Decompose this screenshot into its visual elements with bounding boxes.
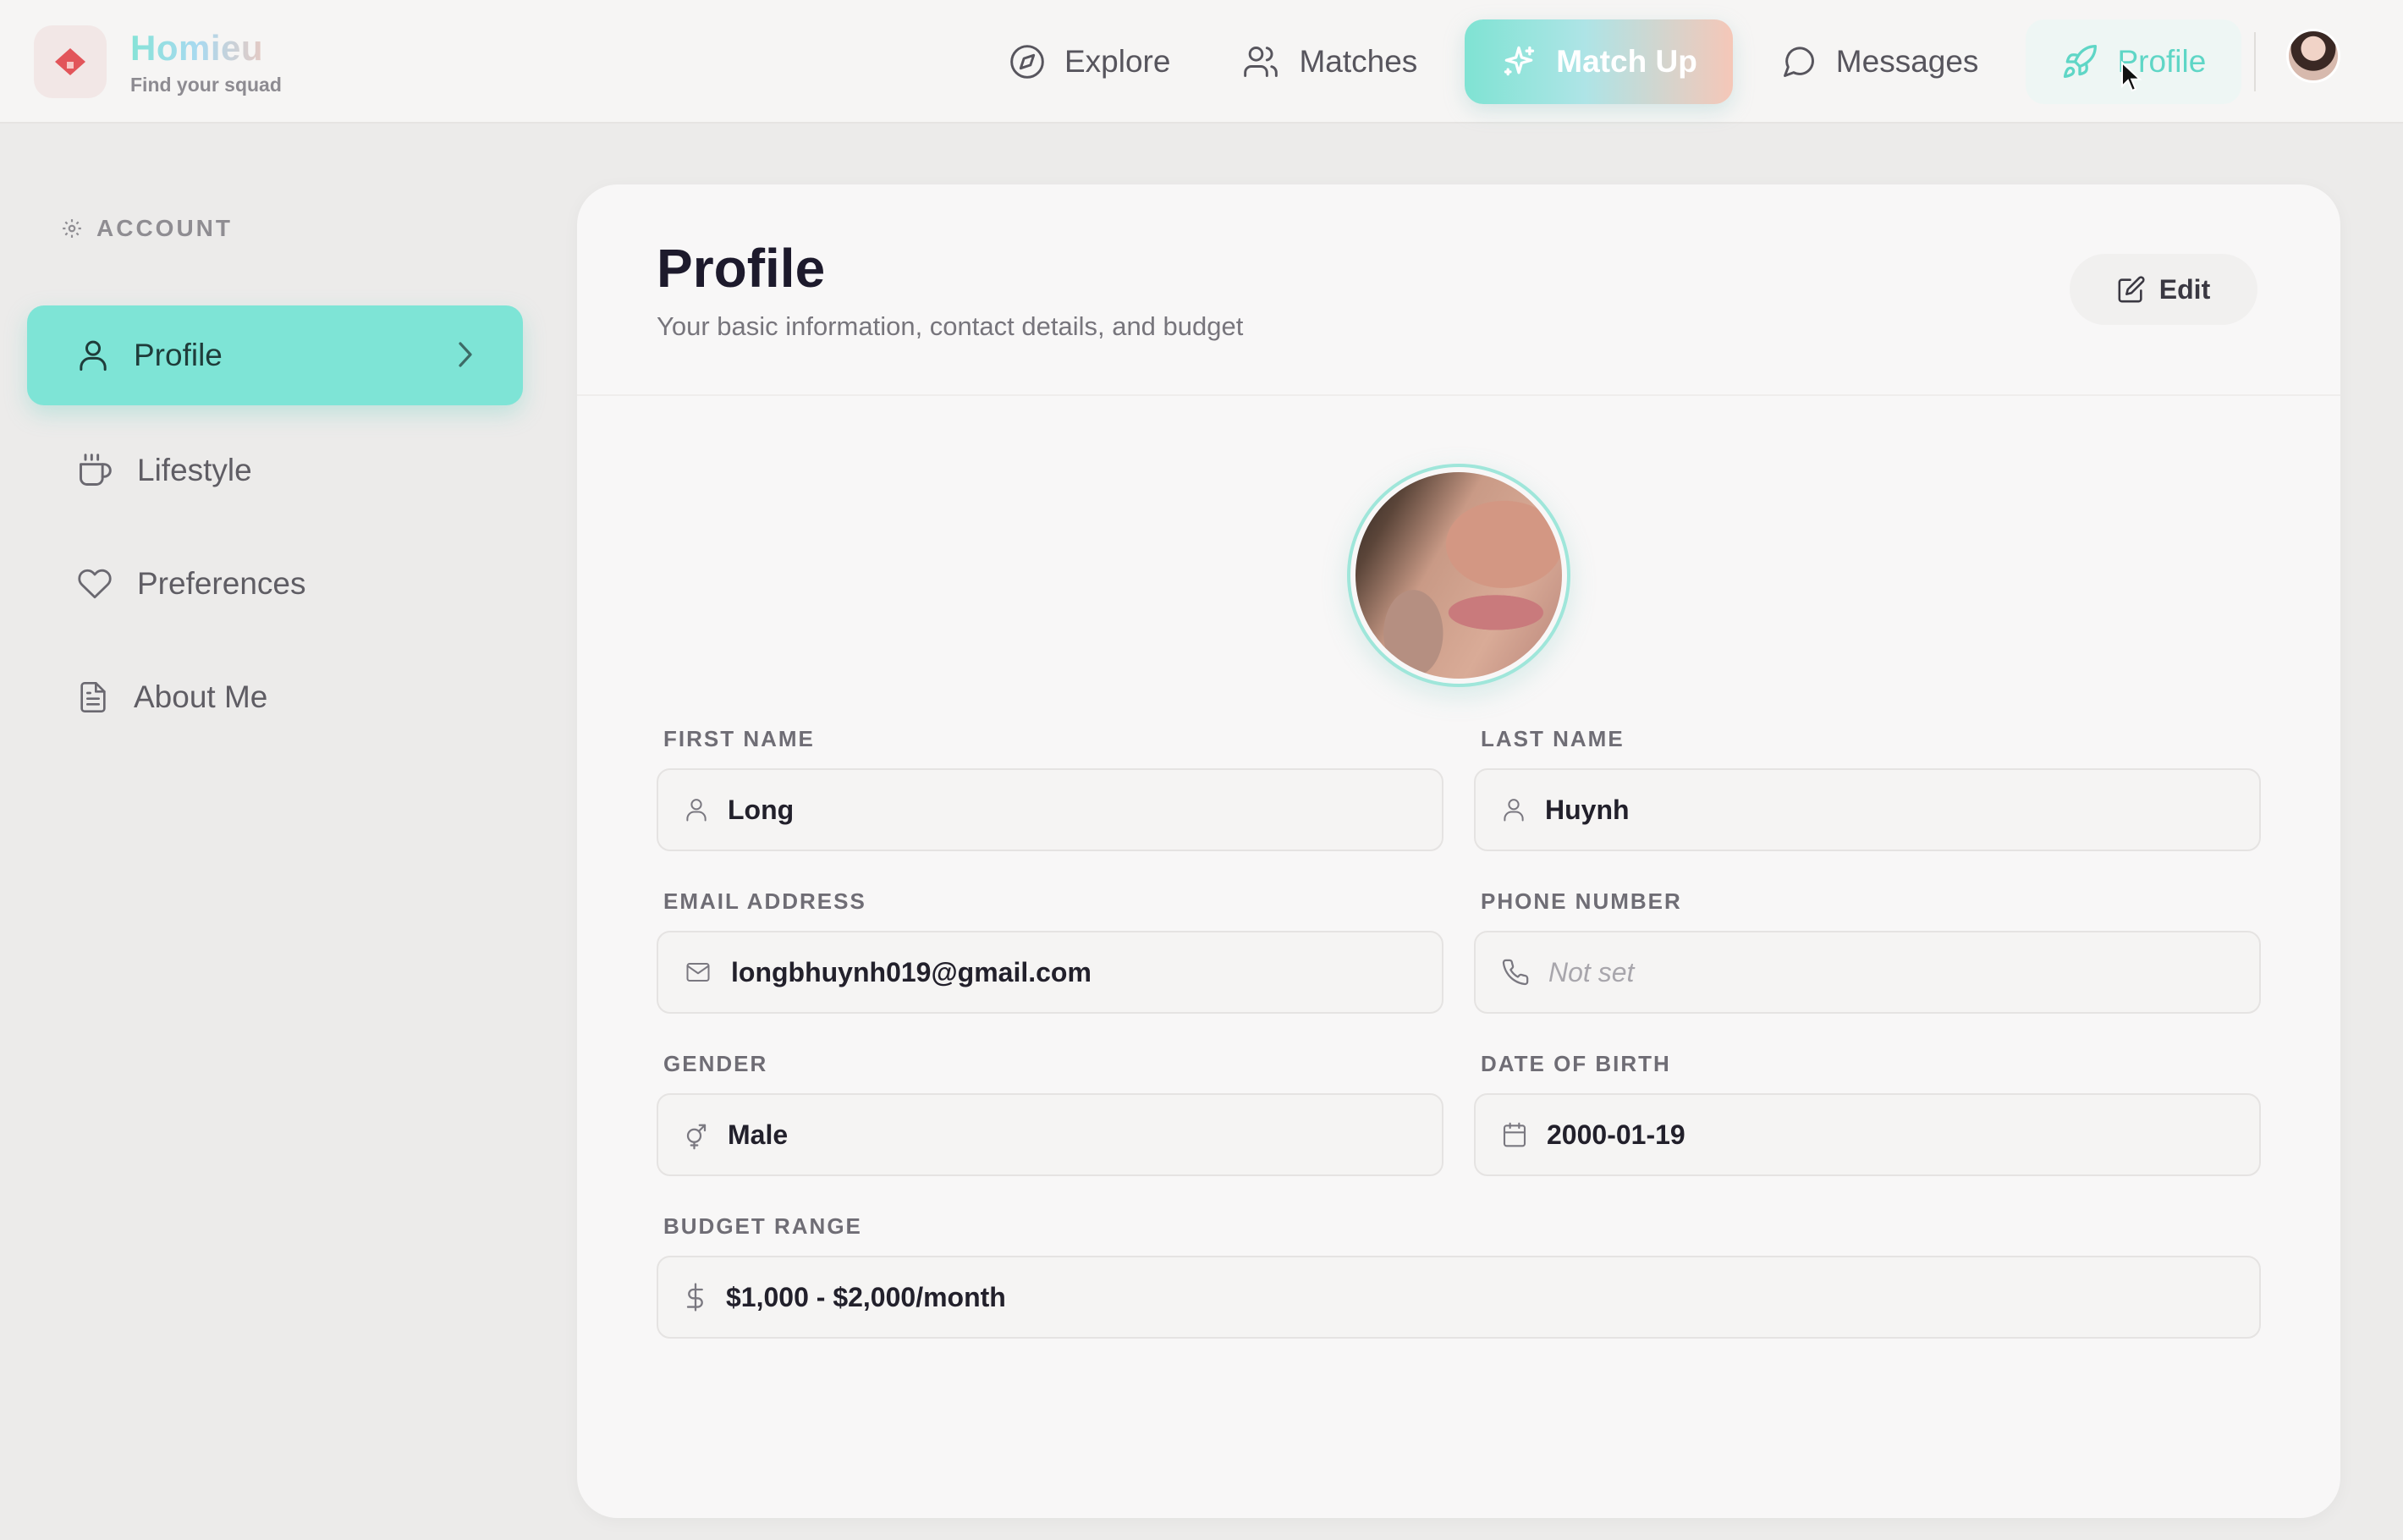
- sidebar-item-label: About Me: [134, 679, 268, 714]
- heart-icon: [78, 569, 112, 599]
- sidebar-item-profile[interactable]: Profile: [27, 305, 523, 405]
- first-name-label: FIRST NAME: [663, 726, 815, 751]
- nav-messages[interactable]: Messages: [1745, 19, 2015, 104]
- sidebar-item-label: Lifestyle: [137, 453, 252, 487]
- user-avatar[interactable]: [2286, 29, 2340, 83]
- edit-button[interactable]: Edit: [2070, 254, 2257, 325]
- edit-icon: [2118, 276, 2145, 303]
- nav-explore[interactable]: Explore: [973, 19, 1206, 104]
- compass-icon: [1010, 45, 1044, 79]
- sidebar-item-lifestyle[interactable]: Lifestyle: [27, 421, 523, 520]
- dob-input[interactable]: [1547, 1119, 2153, 1151]
- dob-field[interactable]: [1474, 1093, 2261, 1176]
- document-icon: [80, 682, 106, 712]
- budget-field[interactable]: [657, 1256, 2261, 1339]
- mail-icon: [686, 963, 710, 982]
- message-bubble-icon: [1783, 47, 1814, 77]
- first-name-field[interactable]: [657, 768, 1443, 851]
- first-name-input[interactable]: [728, 794, 1334, 826]
- brand-tagline: Find your squad: [130, 73, 282, 96]
- user-icon: [1504, 799, 1524, 822]
- coffee-cup-icon: [80, 454, 112, 486]
- nav-explore-label: Explore: [1064, 44, 1171, 79]
- dollar-icon: [686, 1283, 703, 1312]
- profile-card: Profile Your basic information, contact …: [577, 184, 2340, 1518]
- nav-matches-label: Matches: [1299, 44, 1418, 79]
- nav-divider: [2254, 32, 2256, 91]
- phone-icon: [1502, 959, 1529, 986]
- gender-input[interactable]: [728, 1119, 1334, 1151]
- brand-logo-icon: [34, 25, 107, 98]
- budget-input[interactable]: [726, 1281, 1987, 1313]
- gender-label: GENDER: [663, 1051, 768, 1076]
- rocket-icon: [2064, 45, 2098, 79]
- gear-icon: [63, 219, 81, 238]
- phone-input[interactable]: [1548, 956, 2155, 988]
- users-icon: [1244, 47, 1278, 77]
- email-input[interactable]: [731, 956, 1338, 988]
- nav-match-up-label: Match Up: [1556, 44, 1697, 79]
- nav-messages-label: Messages: [1835, 44, 1979, 79]
- sidebar-item-label: Preferences: [137, 566, 306, 601]
- email-label: EMAIL ADDRESS: [663, 888, 866, 914]
- phone-field[interactable]: [1474, 931, 2261, 1014]
- top-navigation-bar: Homieu Find your squad Explore Matches M…: [0, 0, 2403, 124]
- budget-label: BUDGET RANGE: [663, 1213, 862, 1239]
- calendar-icon: [1503, 1122, 1526, 1147]
- last-name-input[interactable]: [1545, 794, 2152, 826]
- profile-photo-image: [1355, 472, 1562, 679]
- sidebar-item-preferences[interactable]: Preferences: [27, 534, 523, 634]
- last-name-label: LAST NAME: [1481, 726, 1625, 751]
- user-icon: [686, 799, 707, 822]
- brand-name: Homieu: [130, 28, 282, 69]
- nav-match-up[interactable]: Match Up: [1465, 19, 1733, 104]
- card-header: Profile Your basic information, contact …: [577, 184, 2340, 396]
- nav-matches[interactable]: Matches: [1206, 19, 1453, 104]
- gender-field[interactable]: [657, 1093, 1443, 1176]
- chevron-right-icon: [459, 342, 472, 367]
- page-subtitle: Your basic information, contact details,…: [657, 311, 1244, 341]
- page-title: Profile: [657, 238, 826, 299]
- dob-label: DATE OF BIRTH: [1481, 1051, 1671, 1076]
- edit-button-label: Edit: [2158, 273, 2211, 305]
- profile-photo[interactable]: [1347, 464, 1570, 687]
- sidebar-item-label: Profile: [134, 338, 223, 372]
- sparkles-icon: [1504, 46, 1535, 76]
- brand[interactable]: Homieu Find your squad: [34, 25, 282, 98]
- main-nav: Explore Matches Match Up Messages Profil…: [973, 19, 2242, 105]
- user-icon: [80, 340, 107, 371]
- last-name-field[interactable]: [1474, 768, 2261, 851]
- sidebar-item-about-me[interactable]: About Me: [27, 647, 523, 747]
- mouse-cursor-icon: [2121, 61, 2142, 92]
- phone-label: PHONE NUMBER: [1481, 888, 1682, 914]
- sidebar-section-label: ACCOUNT: [96, 215, 233, 241]
- email-field[interactable]: [657, 931, 1443, 1014]
- gender-icon: [686, 1124, 707, 1150]
- sidebar-section-header: ACCOUNT: [61, 215, 233, 242]
